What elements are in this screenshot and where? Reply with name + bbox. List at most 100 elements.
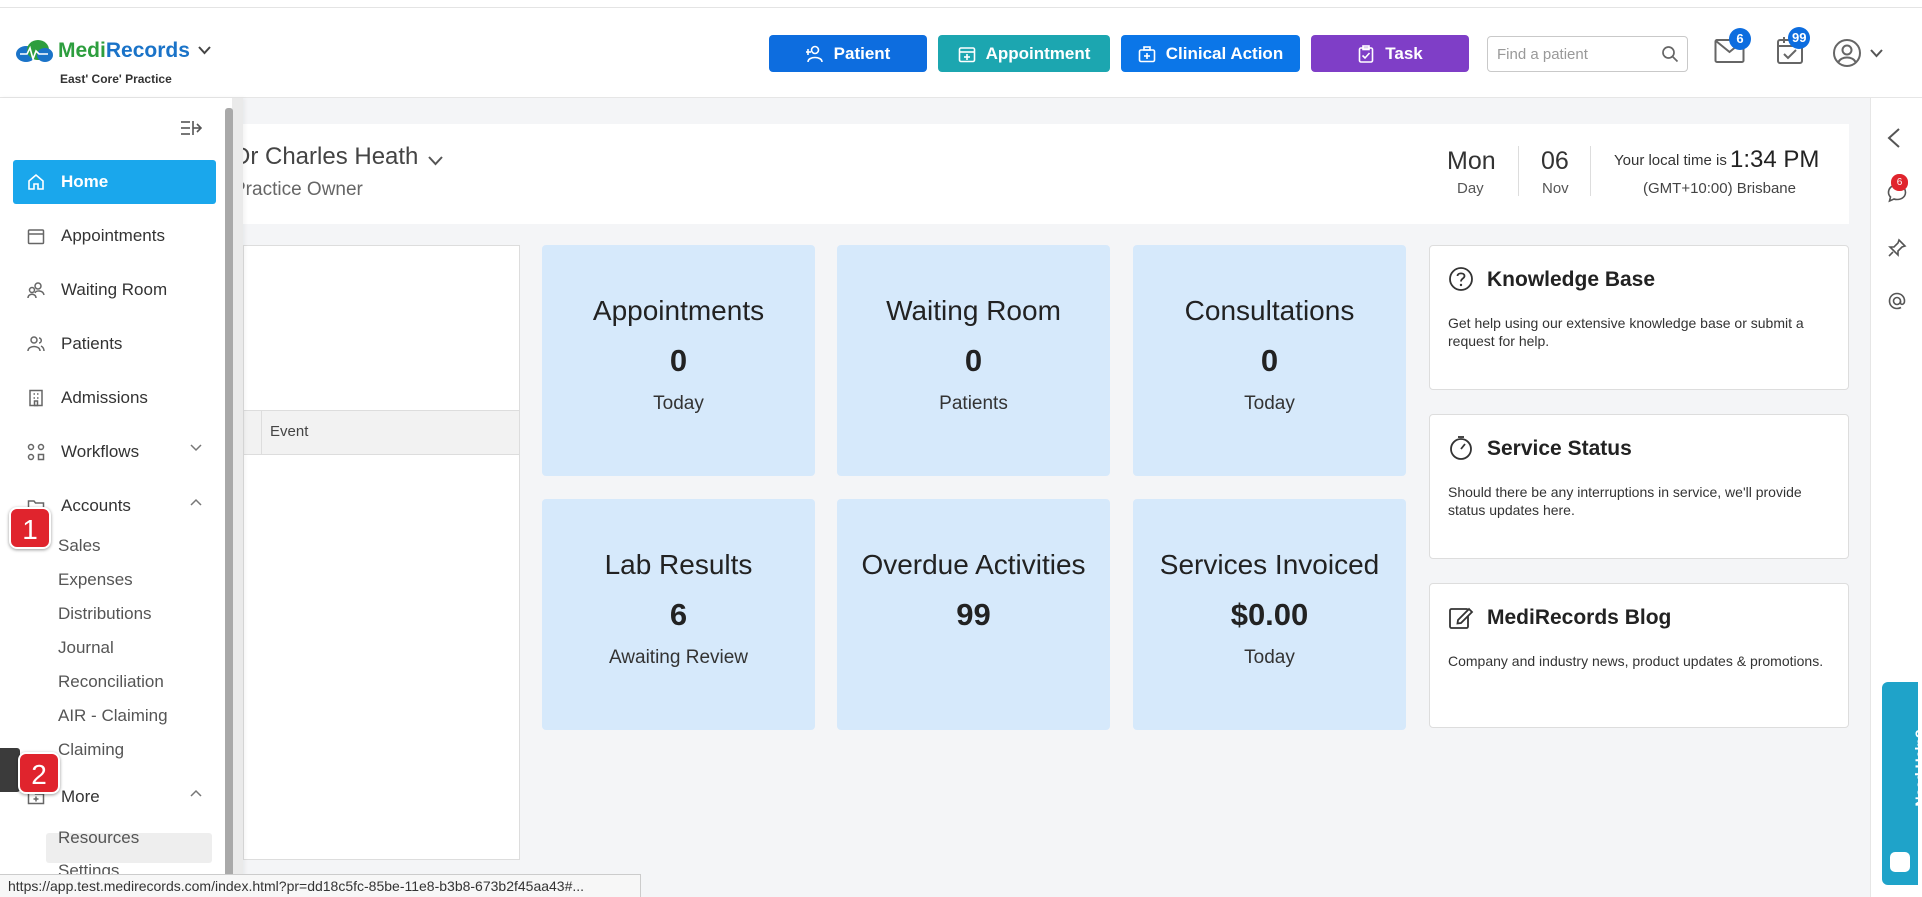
timezone: (GMT+10:00) Brisbane [1643,180,1796,197]
events-panel [243,245,520,860]
sidebar-pin-tab[interactable] [0,748,20,792]
current-date: 06 [1541,147,1569,175]
new-patient-label: Patient [833,43,891,63]
stopwatch-icon [1450,436,1472,460]
window-top-edge [0,0,1922,8]
practice-name: East' Core' Practice [60,72,172,86]
current-day: Mon [1447,147,1496,175]
add-user-icon [805,45,823,62]
user-avatar-icon[interactable] [1832,38,1862,68]
new-appointment-label: Appointment [985,43,1091,63]
divider [1518,146,1519,196]
edit-icon [1449,607,1474,629]
card-title: Knowledge Base [1487,268,1656,291]
scrollbar-thumb[interactable] [225,108,233,888]
stat-subtitle: Today [1244,647,1295,668]
chevron-up-icon [190,789,202,797]
sidebar-item-label: More [61,787,100,806]
stat-title: Consultations [1184,295,1355,326]
clinical-action-button[interactable]: Clinical Action [1121,35,1300,72]
chevron-down-icon[interactable] [198,42,211,60]
collapse-sidebar-icon[interactable] [180,120,202,136]
stat-services-invoiced[interactable]: Services Invoiced $0.00 Today [1133,499,1406,730]
chevron-left-icon[interactable] [1887,128,1901,148]
patient-search-input[interactable] [1488,37,1648,71]
stat-waiting-room[interactable]: Waiting Room 0 Patients [837,245,1110,476]
card-text: Get help using our extensive knowledge b… [1448,315,1804,349]
sidebar-subitem-expenses[interactable]: Expenses [58,570,133,590]
stat-value: 0 [964,343,983,378]
need-help-label: Need Help? [1912,729,1922,807]
stat-subtitle: Today [1244,393,1295,414]
doctor-role: Practice Owner [233,179,363,200]
sidebar-subitem-distributions[interactable]: Distributions [58,604,152,624]
user-group-icon [27,335,45,353]
stat-subtitle: Patients [939,393,1008,414]
stat-title: Appointments [592,295,765,326]
chevron-down-icon[interactable] [428,156,443,166]
stat-value: $0.00 [1230,597,1309,632]
logo-text: MediRecords [58,39,190,62]
sidebar-item-label: Appointments [61,226,165,245]
card-title: MediRecords Blog [1487,606,1672,629]
sidebar-subitem-sales[interactable]: Sales [58,536,101,556]
stat-subtitle: Today [653,393,704,414]
stat-overdue-activities[interactable]: Overdue Activities 99 [837,499,1110,730]
card-title: Service Status [1487,437,1632,460]
sidebar-subitem-claiming[interactable]: Claiming [58,740,124,760]
building-icon [27,389,45,407]
sidebar-item-label: Admissions [61,388,148,407]
sidebar-item-workflows[interactable]: Workflows [13,430,216,474]
step-marker-2: 2 [18,752,60,794]
sidebar-item-label: Accounts [61,496,131,515]
sidebar-item-patients[interactable]: Patients [13,322,216,366]
chevron-down-icon[interactable] [1870,49,1883,58]
card-text: Should there be any interruptions in ser… [1448,484,1802,518]
sidebar-item-label: Workflows [61,442,140,461]
clipboard-check-icon [1358,44,1374,63]
patient-search [1487,36,1688,72]
sidebar-item-home[interactable]: Home [13,160,216,204]
doctor-name[interactable]: Dr Charles Heath [233,143,418,171]
new-task-button[interactable]: Task [1311,35,1469,72]
blog-card[interactable]: MediRecords Blog Company and industry ne… [1429,583,1849,728]
new-patient-button[interactable]: Patient [769,35,927,72]
sidebar-item-label: Waiting Room [61,280,168,299]
knowledge-base-card[interactable]: Knowledge Base Get help using our extens… [1429,245,1849,390]
sidebar-item-label: Home [61,172,109,191]
pin-icon[interactable] [1887,238,1907,258]
profile-bar [243,124,1849,224]
service-status-card[interactable]: Service Status Should there be any inter… [1429,414,1849,559]
stat-subtitle: Awaiting Review [608,647,749,668]
sidebar-item-appointments[interactable]: Appointments [13,214,216,258]
sidebar-subitem-air-claiming[interactable]: AIR - Claiming [58,706,168,726]
sidebar-subitem-journal[interactable]: Journal [58,638,114,658]
stat-value: 6 [669,597,688,632]
day-label: Day [1457,180,1484,197]
chevron-up-icon [190,498,202,506]
medical-bag-icon [1138,45,1156,62]
stat-title: Lab Results [604,549,753,580]
stat-consultations[interactable]: Consultations 0 Today [1133,245,1406,476]
at-mention-icon[interactable] [1887,291,1907,311]
sidebar-item-waiting-room[interactable]: Waiting Room [13,268,216,312]
stat-value: 0 [1260,343,1279,378]
sidebar-subitem-resources[interactable]: Resources [58,828,139,848]
stat-title: Waiting Room [886,295,1061,326]
new-appointment-button[interactable]: Appointment [938,35,1110,72]
stat-lab-results[interactable]: Lab Results 6 Awaiting Review [542,499,815,730]
new-task-label: Task [1385,43,1423,63]
stat-title: Services Invoiced [1159,549,1380,580]
status-url: https://app.test.medirecords.com/index.h… [0,874,641,897]
mail-badge: 6 [1729,28,1751,50]
help-chat-icon [1890,852,1910,872]
sidebar-item-admissions[interactable]: Admissions [13,376,216,420]
sidebar-subitem-reconciliation[interactable]: Reconciliation [58,672,164,692]
search-icon[interactable] [1661,45,1679,63]
step-marker-1: 1 [9,507,51,549]
stat-appointments[interactable]: Appointments 0 Today [542,245,815,476]
chat-badge: 6 [1891,174,1908,191]
event-column-header[interactable]: Event [270,423,308,440]
calendar-plus-icon [958,46,975,62]
logo[interactable]: MediRecords [14,38,211,64]
